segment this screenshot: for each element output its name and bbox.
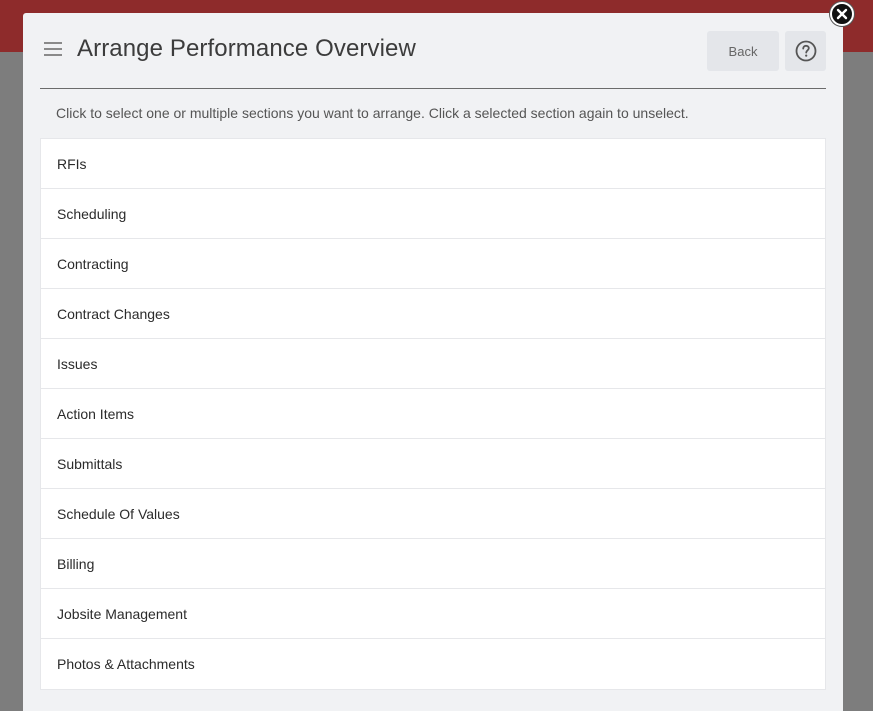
section-item[interactable]: Billing — [41, 539, 825, 589]
section-item-label: Billing — [57, 555, 95, 572]
help-button[interactable] — [785, 31, 826, 71]
section-item-label: Contract Changes — [57, 305, 170, 322]
section-item[interactable]: Issues — [41, 339, 825, 389]
section-item-label: Jobsite Management — [57, 605, 187, 622]
section-item-label: Action Items — [57, 405, 135, 422]
close-button[interactable] — [830, 2, 854, 26]
modal-header: Arrange Performance Overview Back — [40, 13, 826, 89]
section-list: RFIs Scheduling Contracting Contract Change… — [40, 138, 826, 690]
menu-icon[interactable] — [44, 42, 62, 56]
section-item-label: Scheduling — [57, 205, 127, 222]
section-item-label: RFIs — [57, 155, 87, 172]
section-item[interactable]: Jobsite Management — [41, 589, 825, 639]
section-item-label: Submittals — [57, 455, 123, 472]
section-item[interactable]: Photos & Attachments — [41, 639, 825, 689]
section-item-label: Schedule Of Values — [57, 505, 180, 522]
help-circle-icon — [795, 40, 816, 62]
section-item-label: Photos & Attachments — [57, 656, 195, 672]
section-item[interactable]: Contracting — [41, 239, 825, 289]
section-item[interactable]: Contract Changes — [41, 289, 825, 339]
back-button[interactable]: Back — [707, 31, 779, 71]
arrange-modal: Arrange Performance Overview Back Click … — [23, 13, 843, 711]
modal-title: Arrange Performance Overview — [77, 35, 416, 62]
close-icon — [836, 8, 848, 20]
section-item[interactable]: Scheduling — [41, 189, 825, 239]
section-item[interactable]: RFIs — [41, 139, 825, 189]
section-item-label: Contracting — [57, 255, 129, 272]
section-item[interactable]: Schedule Of Values — [41, 489, 825, 539]
section-item-label: Issues — [57, 355, 98, 372]
section-item[interactable]: Submittals — [41, 439, 825, 489]
instructions-text: Click to select one or multiple sections… — [56, 105, 689, 121]
section-item[interactable]: Action Items — [41, 389, 825, 439]
